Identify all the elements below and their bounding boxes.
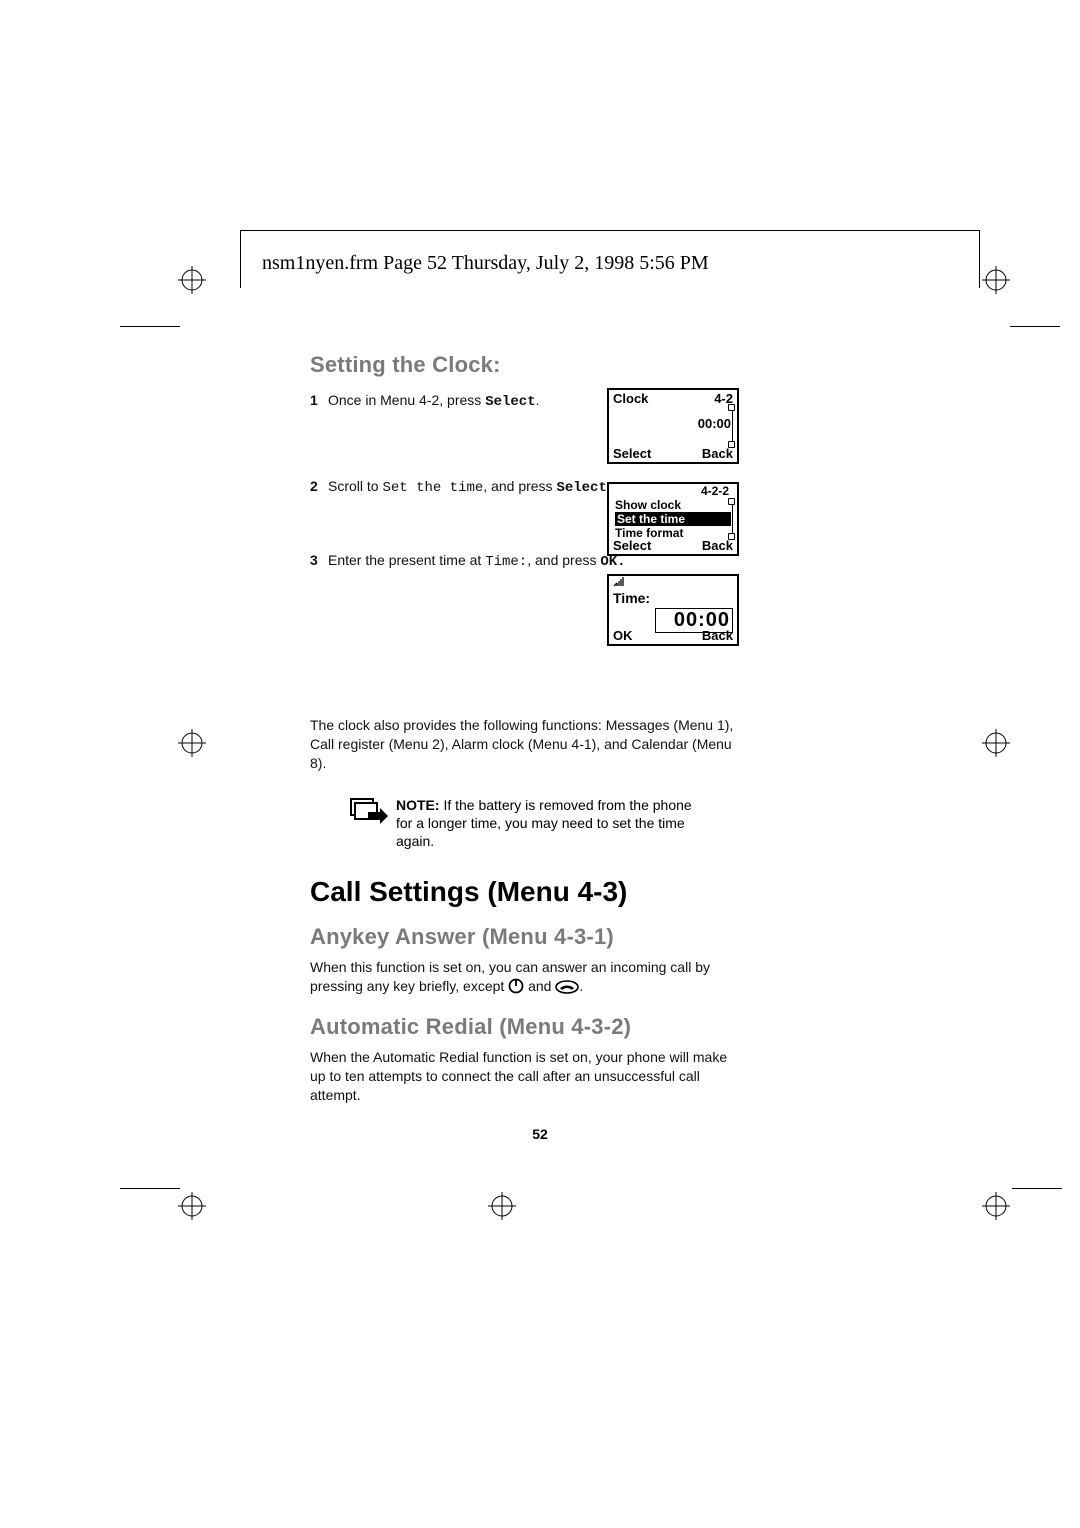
para-text: .: [579, 978, 583, 994]
registration-mark-icon: [982, 1192, 1010, 1220]
menu-item-selected: Set the time: [615, 512, 731, 526]
softkey-left: Select: [613, 446, 651, 461]
step-command: OK.: [600, 554, 625, 570]
softkey-right: Back: [702, 538, 733, 553]
step-number: 2: [310, 478, 328, 496]
auto-redial-paragraph: When the Automatic Redial function is se…: [310, 1048, 740, 1105]
registration-mark-icon: [982, 266, 1010, 294]
crop-line: [120, 1188, 180, 1191]
power-key-icon: [508, 978, 524, 999]
step-number: 1: [310, 392, 328, 410]
scrollbar-icon: [730, 394, 735, 446]
step-text: , and press: [483, 478, 556, 494]
step-text: Scroll to: [328, 478, 382, 494]
screen-title: Clock: [613, 391, 648, 406]
header-rule: [240, 230, 980, 231]
registration-mark-icon: [178, 1192, 206, 1220]
registration-mark-icon: [178, 266, 206, 294]
running-header: nsm1nyen.frm Page 52 Thursday, July 2, 1…: [262, 252, 709, 275]
subsection-heading-anykey: Anykey Answer (Menu 4-3-1): [310, 924, 614, 950]
softkey-left: Select: [613, 538, 651, 553]
phone-screen-time-entry: Time: 00:00 OK Back: [607, 574, 739, 646]
crop-line: [120, 326, 180, 327]
registration-mark-icon: [982, 729, 1010, 757]
step-text: , and press: [527, 552, 600, 568]
clock-functions-paragraph: The clock also provides the following fu…: [310, 716, 740, 773]
anykey-paragraph: When this function is set on, you can an…: [310, 958, 740, 999]
crop-line: [1010, 326, 1060, 327]
step-mono: Set the time: [382, 480, 483, 496]
end-call-key-icon: [555, 980, 579, 999]
scrollbar-icon: [730, 488, 735, 538]
note-text: NOTE: If the battery is removed from the…: [396, 796, 710, 851]
step-number: 3: [310, 552, 328, 570]
section-heading-setting-clock: Setting the Clock:: [310, 352, 730, 378]
softkey-right: Back: [702, 628, 733, 643]
step-text: Enter the present time at: [328, 552, 485, 568]
note-label: NOTE:: [396, 797, 443, 813]
para-text: and: [528, 978, 555, 994]
note-block: NOTE: If the battery is removed from the…: [310, 786, 740, 851]
screen-title: Time:: [609, 590, 737, 606]
step-text: .: [536, 392, 540, 408]
page-number: 52: [0, 1126, 1080, 1142]
header-vline: [979, 230, 980, 288]
note-arrow-icon: [350, 796, 396, 851]
signal-icon: [609, 576, 737, 590]
screen-menu-number: 4-2-2: [609, 484, 737, 498]
softkey-right: Back: [702, 446, 733, 461]
crop-line: [1012, 1188, 1062, 1191]
menu-item: Show clock: [615, 498, 731, 512]
step-text: Once in Menu 4-2, press: [328, 392, 485, 408]
softkey-left: OK: [613, 628, 633, 643]
step-command: Select: [485, 394, 535, 410]
section-heading-call-settings: Call Settings (Menu 4-3): [310, 876, 627, 908]
phone-screen-set-time-menu: 4-2-2 Show clock Set the time Time forma…: [607, 482, 739, 556]
document-page: nsm1nyen.frm Page 52 Thursday, July 2, 1…: [0, 0, 1080, 1528]
registration-mark-icon: [488, 1192, 516, 1220]
subsection-heading-auto-redial: Automatic Redial (Menu 4-3-2): [310, 1014, 631, 1040]
step-mono: Time:: [485, 554, 527, 570]
phone-screen-clock: Clock 4-2 00:00 Select Back: [607, 388, 739, 464]
header-vline: [240, 230, 241, 288]
registration-mark-icon: [178, 729, 206, 757]
screen-time-value: 00:00: [609, 416, 737, 431]
